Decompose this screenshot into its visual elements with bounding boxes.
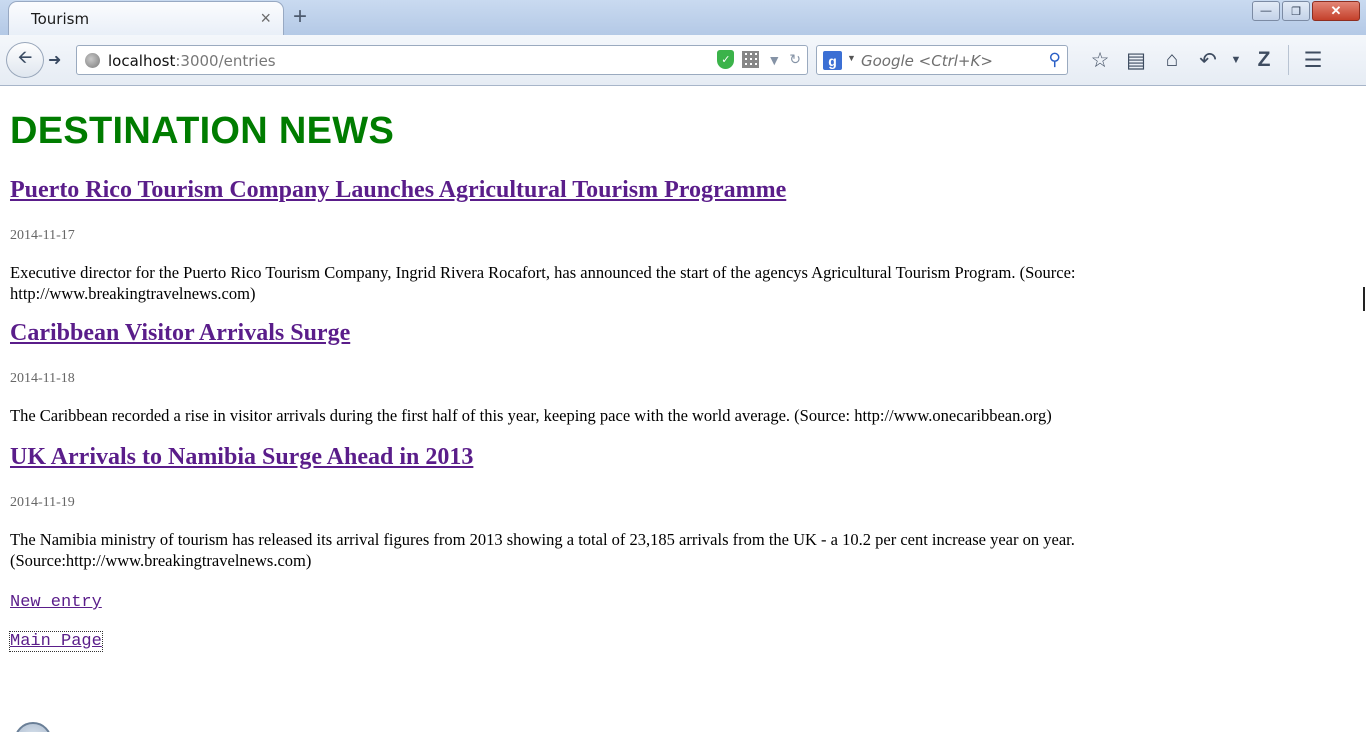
title-bar: Tourism × + — ❐ ✕ <box>0 0 1366 35</box>
entry-body: The Caribbean recorded a rise in visitor… <box>10 406 1052 425</box>
search-bar: g ▼ ⚲ <box>816 45 1068 75</box>
restore-button[interactable]: ❐ <box>1282 1 1310 21</box>
new-entry-link[interactable]: New entry <box>10 593 102 612</box>
new-tab-icon[interactable]: + <box>293 3 307 31</box>
qr-code-icon[interactable] <box>742 51 760 68</box>
back-button[interactable]: 🡨 <box>6 42 44 78</box>
entry-body: The Namibia ministry of tourism has rele… <box>10 530 1075 570</box>
search-input[interactable] <box>861 51 1036 71</box>
zotero-icon[interactable]: Z <box>1246 45 1282 75</box>
main-page-row: Main Page <box>9 631 1356 652</box>
url-text[interactable]: localhost:3000/entries <box>108 52 276 70</box>
page-title: DESTINATION NEWS <box>10 110 395 152</box>
news-entry: Caribbean Visitor Arrivals Surge 2014-11… <box>10 320 1356 426</box>
tab-title: Tourism <box>31 10 90 28</box>
entry-date: 2014-11-19 <box>10 495 75 510</box>
minimize-button[interactable]: — <box>1252 1 1280 21</box>
entry-title-link[interactable]: Caribbean Visitor Arrivals Surge <box>10 320 350 347</box>
text-cursor <box>1363 287 1365 311</box>
dropdown-arrow-icon[interactable]: ▼ <box>767 52 781 68</box>
search-icon[interactable]: ⚲ <box>1049 50 1061 70</box>
window-controls: — ❐ ✕ <box>1250 1 1360 21</box>
toolbar-icons: ☆ ▤ ⌂ ↶ ▼ Z ☰ <box>1082 45 1331 75</box>
badge-icon <box>14 722 52 732</box>
entry-date: 2014-11-18 <box>10 371 75 386</box>
reading-list-icon[interactable]: ▤ <box>1118 45 1154 75</box>
undo-dropdown-icon[interactable]: ▼ <box>1226 45 1246 75</box>
undo-icon[interactable]: ↶ <box>1190 45 1226 75</box>
tab-close-icon[interactable]: × <box>260 8 271 29</box>
entry-title-link[interactable]: Puerto Rico Tourism Company Launches Agr… <box>10 177 786 204</box>
forward-arrow-icon[interactable]: ➜ <box>48 50 61 70</box>
entry-date: 2014-11-17 <box>10 228 75 243</box>
entry-body: Executive director for the Puerto Rico T… <box>10 263 1076 303</box>
menu-icon[interactable]: ☰ <box>1295 45 1331 75</box>
url-path: :3000/entries <box>175 52 276 70</box>
back-arrow-icon: 🡨 <box>17 47 33 67</box>
shield-icon[interactable]: ✓ <box>717 50 735 69</box>
entry-title-link[interactable]: UK Arrivals to Namibia Surge Ahead in 20… <box>10 444 473 471</box>
new-entry-row: New entry <box>10 593 1356 612</box>
news-entry: UK Arrivals to Namibia Surge Ahead in 20… <box>10 444 1356 571</box>
address-bar[interactable]: localhost:3000/entries ✓ ▼ ↻ <box>76 45 808 75</box>
tab-tourism[interactable]: Tourism × <box>8 1 284 35</box>
globe-icon <box>85 53 100 68</box>
search-engine-dropdown-icon[interactable]: ▼ <box>847 53 856 63</box>
navigation-toolbar: 🡨 ➜ localhost:3000/entries ✓ ▼ ↻ g ▼ ⚲ ☆… <box>0 35 1366 86</box>
toolbar-separator <box>1288 45 1289 75</box>
main-page-link[interactable]: Main Page <box>9 631 103 652</box>
reload-icon[interactable]: ↻ <box>789 51 801 68</box>
address-bar-icons: ✓ ▼ ↻ <box>717 50 801 69</box>
page-content: DESTINATION NEWS Puerto Rico Tourism Com… <box>9 86 1356 652</box>
close-window-button[interactable]: ✕ <box>1312 1 1360 21</box>
home-icon[interactable]: ⌂ <box>1154 45 1190 75</box>
bookmark-star-icon[interactable]: ☆ <box>1082 45 1118 75</box>
google-icon[interactable]: g <box>823 51 842 70</box>
url-host: localhost <box>108 52 176 70</box>
news-entry: Puerto Rico Tourism Company Launches Agr… <box>10 177 1356 304</box>
